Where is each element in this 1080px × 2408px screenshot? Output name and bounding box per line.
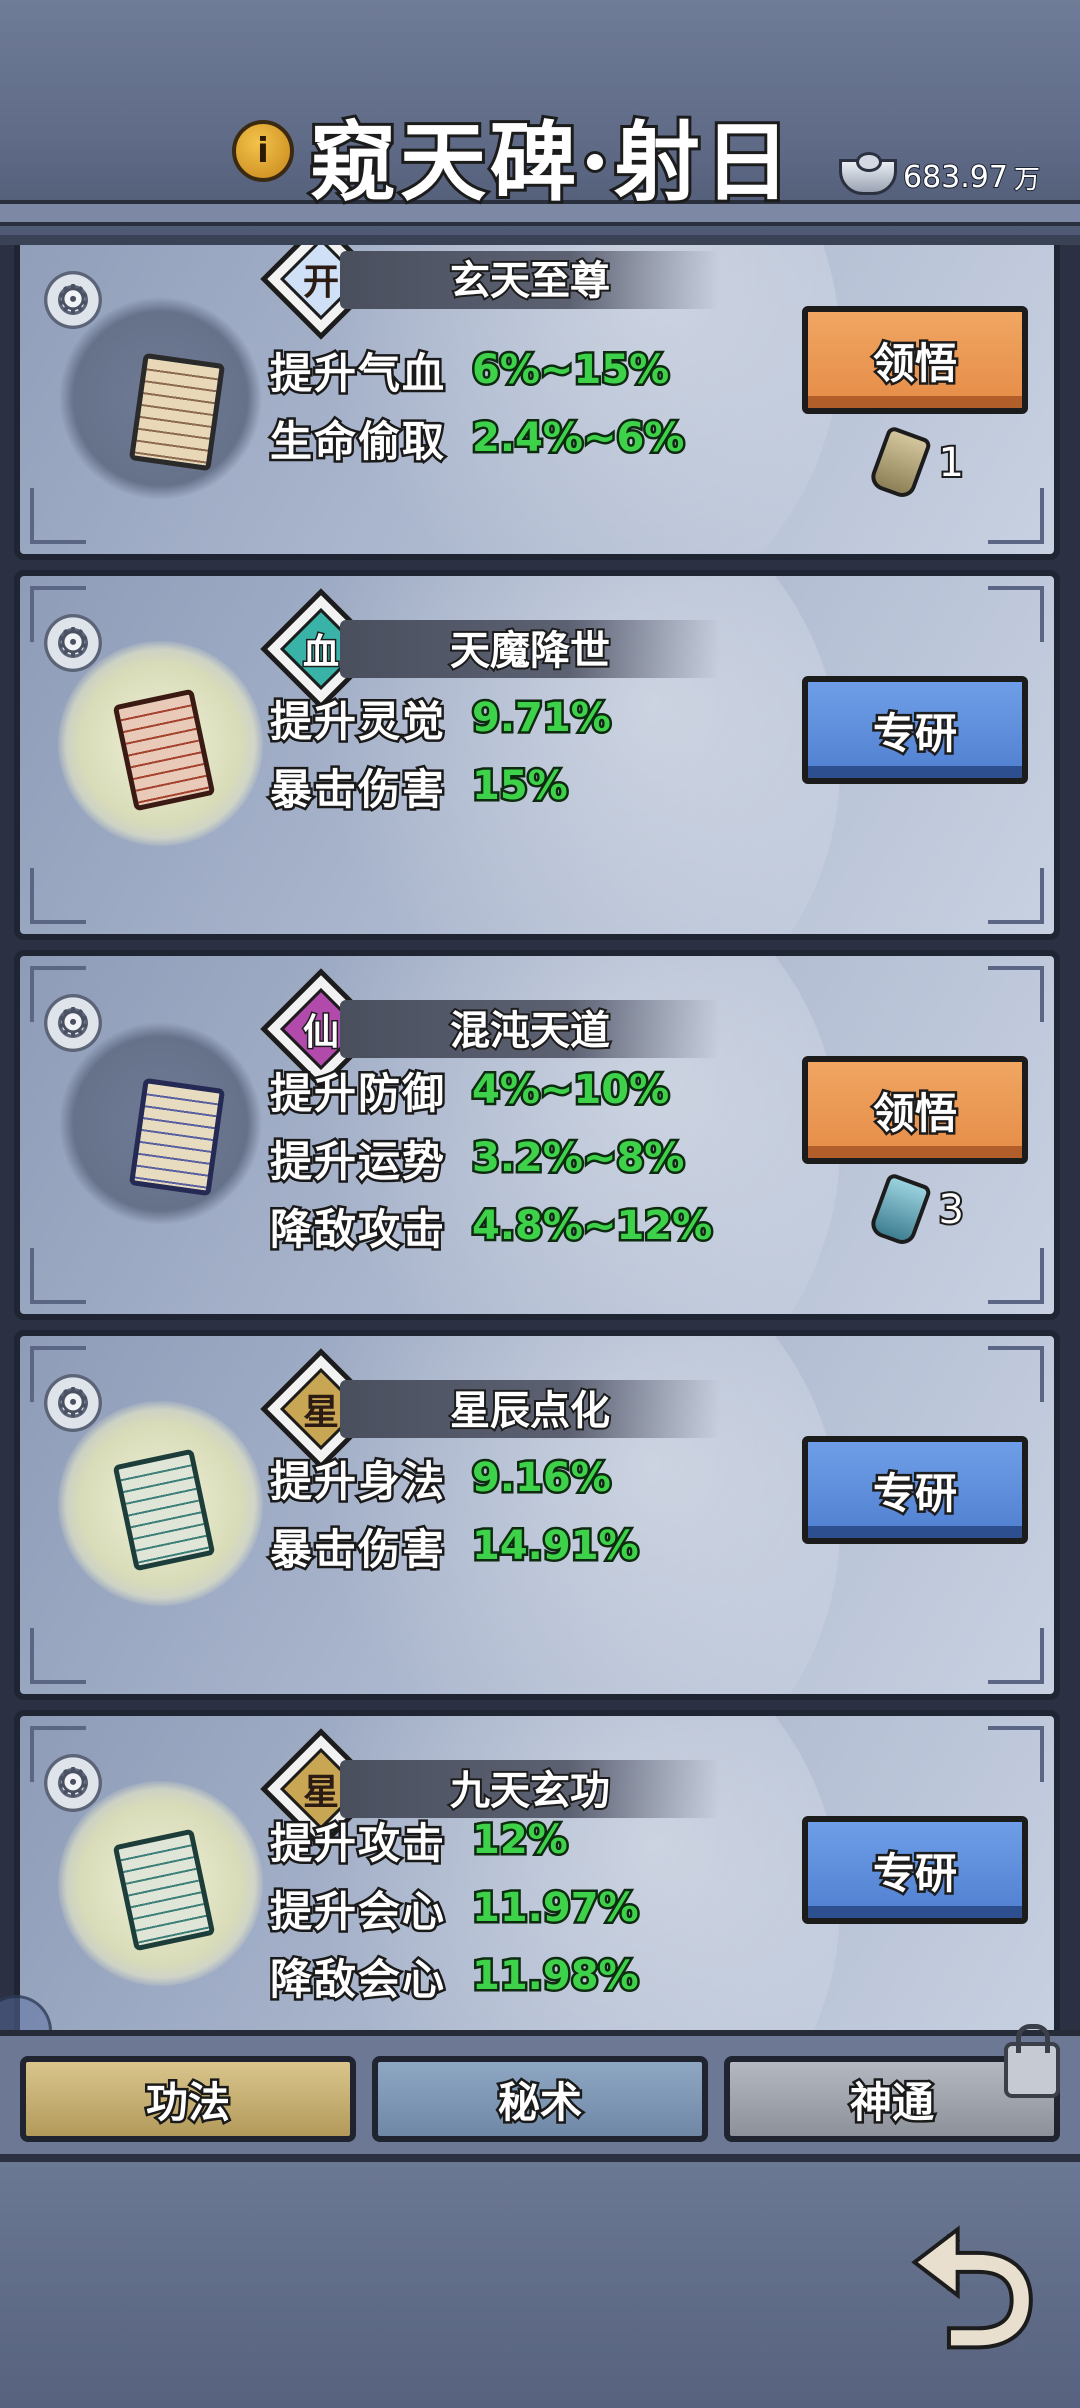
page-title: 窥天碑·射日 bbox=[307, 109, 794, 216]
tab-mishu[interactable]: 秘术 bbox=[372, 2056, 708, 2142]
technique-card: ⚙ 星 星辰点化 提升身法 9.16% 暴击伤害 14.91% 专研 bbox=[14, 1330, 1060, 1700]
currency-unit: 万 bbox=[1013, 164, 1041, 196]
scroll-icon bbox=[112, 1448, 216, 1572]
stat-value: 2.4%~6% bbox=[470, 413, 687, 464]
stat-label: 暴击伤害 bbox=[267, 762, 447, 816]
back-arrow-icon: ⮌ bbox=[910, 2205, 1038, 2379]
info-icon[interactable]: i bbox=[232, 120, 294, 182]
stat-label: 降敌会心 bbox=[267, 1952, 447, 2006]
stat-label: 降敌攻击 bbox=[267, 1202, 447, 1256]
bottom-tab-bar: 功法 秘术 神通 bbox=[0, 2024, 1080, 2154]
technique-card: ⚙ 星 九天玄功 提升攻击 12% 提升会心 11.97% 降敌会心 11.98% 专… bbox=[14, 1710, 1060, 2035]
stat-value: 6%~15% bbox=[470, 345, 672, 396]
lock-icon bbox=[1004, 2024, 1060, 2098]
stat-list: 提升攻击 12% 提升会心 11.97% 降敌会心 11.98% bbox=[267, 1806, 642, 2010]
technique-scroll-frame bbox=[58, 1401, 263, 1606]
stat-value: 9.71% bbox=[470, 693, 614, 744]
stat-value: 4.8%~12% bbox=[470, 1201, 715, 1252]
scroll-icon bbox=[128, 1077, 226, 1197]
stat-label: 暴击伤害 bbox=[267, 1522, 447, 1576]
cost-display: 3 bbox=[866, 1172, 967, 1248]
scroll-token-icon bbox=[866, 1172, 933, 1248]
tab-gongfa[interactable]: 功法 bbox=[20, 2056, 356, 2142]
technique-card: ⚙ 仙 混沌天道 提升防御 4%~10% 提升运势 3.2%~8% 降敌攻击 4.8%… bbox=[14, 950, 1060, 1320]
stat-value: 14.91% bbox=[470, 1521, 642, 1572]
technique-scroll-frame bbox=[58, 1021, 263, 1226]
stat-list: 提升防御 4%~10% 提升运势 3.2%~8% 降敌攻击 4.8%~12% bbox=[267, 1056, 715, 1260]
technique-card: ⚙ 开 玄天至尊 提升气血 6%~15% 生命偷取 2.4%~6% 领悟 1 bbox=[14, 245, 1060, 560]
stat-label: 提升防御 bbox=[267, 1066, 447, 1120]
stat-value: 12% bbox=[470, 1815, 571, 1866]
research-button[interactable]: 专研 bbox=[802, 1816, 1028, 1924]
technique-name: 星辰点化 bbox=[448, 1385, 612, 1436]
stat-value: 11.97% bbox=[470, 1883, 642, 1934]
stat-value: 15% bbox=[470, 761, 571, 812]
stat-label: 提升气血 bbox=[267, 346, 447, 400]
stat-label: 提升攻击 bbox=[267, 1816, 447, 1870]
gear-icon[interactable]: ⚙ bbox=[44, 1754, 102, 1812]
back-button[interactable]: ⮌ bbox=[910, 2205, 1038, 2379]
technique-name: 玄天至尊 bbox=[448, 255, 612, 306]
technique-scroll-frame bbox=[58, 1781, 263, 1986]
gear-icon[interactable]: ⚙ bbox=[44, 1374, 102, 1432]
comprehend-button[interactable]: 领悟 bbox=[802, 1056, 1028, 1164]
stat-label: 生命偷取 bbox=[267, 414, 447, 468]
gear-icon[interactable]: ⚙ bbox=[44, 994, 102, 1052]
scroll-icon bbox=[112, 1828, 216, 1952]
stat-value: 3.2%~8% bbox=[470, 1133, 687, 1184]
gear-icon[interactable]: ⚙ bbox=[44, 614, 102, 672]
stat-list: 提升身法 9.16% 暴击伤害 14.91% bbox=[267, 1444, 642, 1580]
stat-value: 9.16% bbox=[470, 1453, 614, 1504]
stat-value: 11.98% bbox=[470, 1951, 642, 2002]
bottom-panel: ⮌ bbox=[0, 2154, 1080, 2408]
cost-amount: 1 bbox=[937, 438, 967, 488]
stat-value: 4%~10% bbox=[470, 1065, 672, 1116]
stat-label: 提升灵觉 bbox=[267, 694, 447, 748]
technique-scroll-frame bbox=[58, 296, 263, 501]
top-header: i 窥天碑·射日 683.97 万 bbox=[0, 0, 1080, 251]
stat-list: 提升气血 6%~15% 生命偷取 2.4%~6% bbox=[267, 336, 687, 472]
stat-label: 提升身法 bbox=[267, 1454, 447, 1508]
technique-list[interactable]: ⚙ 开 玄天至尊 提升气血 6%~15% 生命偷取 2.4%~6% 领悟 1 ⚙ 血… bbox=[0, 245, 1080, 2035]
technique-scroll-frame bbox=[58, 641, 263, 846]
currency-display: 683.97 万 bbox=[839, 152, 1041, 199]
technique-card: ⚙ 血 天魔降世 提升灵觉 9.71% 暴击伤害 15% 专研 bbox=[14, 570, 1060, 940]
stat-label: 提升会心 bbox=[267, 1884, 447, 1938]
cost-display: 1 bbox=[866, 425, 967, 501]
cost-amount: 3 bbox=[937, 1185, 967, 1235]
research-button[interactable]: 专研 bbox=[802, 1436, 1028, 1544]
comprehend-button[interactable]: 领悟 bbox=[802, 306, 1028, 414]
stat-label: 提升运势 bbox=[267, 1134, 447, 1188]
scroll-icon bbox=[112, 688, 216, 812]
scroll-token-icon bbox=[866, 425, 933, 501]
research-button[interactable]: 专研 bbox=[802, 676, 1028, 784]
technique-name: 混沌天道 bbox=[448, 1005, 612, 1056]
scroll-icon bbox=[128, 352, 226, 472]
silver-ingot-icon bbox=[839, 152, 897, 195]
technique-name: 天魔降世 bbox=[448, 625, 612, 676]
currency-amount: 683.97 bbox=[902, 159, 1009, 196]
stat-list: 提升灵觉 9.71% 暴击伤害 15% bbox=[267, 684, 614, 820]
